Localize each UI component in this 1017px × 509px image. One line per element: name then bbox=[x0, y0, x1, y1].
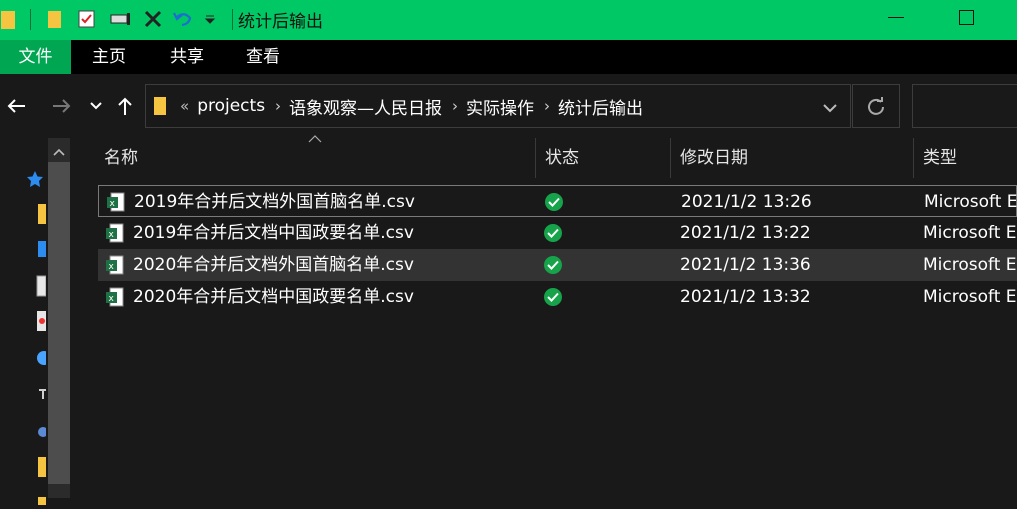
minimize-button[interactable] bbox=[870, 0, 922, 40]
folder-icon[interactable] bbox=[36, 456, 46, 482]
chevron-up-icon bbox=[53, 148, 65, 156]
breadcrumb-projects[interactable]: projects bbox=[197, 96, 265, 116]
minimize-icon bbox=[888, 17, 904, 18]
sync-status-icon bbox=[544, 288, 562, 306]
column-header-modified[interactable]: 修改日期 bbox=[680, 138, 910, 178]
breadcrumb-overflow[interactable]: « bbox=[180, 97, 189, 115]
excel-csv-icon: x bbox=[106, 287, 124, 307]
file-name: 2019年合并后文档外国首脑名单.csv bbox=[134, 192, 415, 212]
undo-icon[interactable] bbox=[172, 8, 194, 30]
scroll-up-button[interactable] bbox=[48, 143, 70, 161]
file-name: 2019年合并后文档中国政要名单.csv bbox=[133, 223, 414, 243]
rename-icon[interactable] bbox=[108, 8, 134, 30]
address-dropdown-button[interactable] bbox=[822, 99, 838, 118]
tab-home[interactable]: 主页 bbox=[78, 40, 140, 74]
file-row[interactable]: x 2019年合并后文档外国首脑名单.csv 2021/1/2 13:26 Mi… bbox=[98, 185, 1017, 217]
back-arrow-icon bbox=[7, 99, 25, 113]
desktop-icon[interactable] bbox=[36, 239, 46, 263]
this-pc-icon[interactable] bbox=[36, 383, 46, 407]
delete-icon[interactable] bbox=[142, 8, 164, 30]
file-type: Microsoft E bbox=[923, 255, 1017, 275]
navigation-bar: « projects › 语象观察—人民日报 › 实际操作 › 统计后输出 bbox=[0, 74, 1017, 138]
title-divider bbox=[232, 9, 233, 30]
file-row[interactable]: x 2019年合并后文档中国政要名单.csv 2021/1/2 13:22 Mi… bbox=[98, 217, 1017, 249]
file-name: 2020年合并后文档外国首脑名单.csv bbox=[133, 255, 414, 275]
svg-text:x: x bbox=[109, 294, 115, 304]
up-arrow-icon bbox=[118, 97, 132, 115]
file-row[interactable]: x 2020年合并后文档外国首脑名单.csv 2021/1/2 13:36 Mi… bbox=[98, 249, 1017, 281]
ribbon-tabs: 文件 主页 共享 查看 bbox=[0, 40, 1017, 74]
breadcrumb-yuxiang[interactable]: 语象观察—人民日报 bbox=[289, 94, 442, 119]
search-input[interactable] bbox=[912, 84, 1017, 128]
scrollbar-thumb[interactable] bbox=[48, 162, 70, 484]
customize-toolbar-icon[interactable] bbox=[202, 8, 218, 30]
refresh-button[interactable] bbox=[852, 84, 900, 128]
onedrive-icon[interactable] bbox=[36, 347, 51, 373]
maximize-icon bbox=[959, 10, 974, 25]
file-row[interactable]: x 2020年合并后文档中国政要名单.csv 2021/1/2 13:32 Mi… bbox=[98, 281, 1017, 313]
recent-locations-button[interactable] bbox=[86, 94, 106, 118]
document-icon[interactable] bbox=[36, 275, 47, 301]
pictures-icon[interactable] bbox=[36, 310, 46, 336]
column-divider[interactable] bbox=[535, 138, 536, 178]
folder-icon[interactable] bbox=[44, 8, 66, 30]
maximize-button[interactable] bbox=[940, 0, 992, 40]
file-type: Microsoft E bbox=[923, 287, 1017, 307]
file-modified: 2021/1/2 13:32 bbox=[680, 287, 811, 307]
properties-icon[interactable] bbox=[76, 8, 98, 30]
file-type: Microsoft E bbox=[924, 192, 1017, 212]
up-button[interactable] bbox=[114, 94, 136, 118]
breadcrumb-chevron-icon[interactable]: › bbox=[452, 97, 458, 115]
tab-view[interactable]: 查看 bbox=[232, 40, 294, 74]
file-modified: 2021/1/2 13:22 bbox=[680, 223, 811, 243]
file-modified: 2021/1/2 13:26 bbox=[681, 192, 812, 212]
refresh-icon bbox=[868, 97, 884, 115]
network-icon[interactable] bbox=[36, 422, 48, 446]
forward-arrow-icon bbox=[53, 99, 71, 113]
window-title: 统计后输出 bbox=[238, 12, 323, 32]
folder-icon bbox=[154, 97, 166, 115]
folder-icon bbox=[0, 8, 18, 30]
quick-access-star-icon[interactable] bbox=[26, 170, 44, 192]
breadcrumb-shiji[interactable]: 实际操作 bbox=[466, 94, 534, 119]
title-divider bbox=[30, 9, 31, 30]
breadcrumb-chevron-icon[interactable]: › bbox=[544, 97, 550, 115]
file-modified: 2021/1/2 13:36 bbox=[680, 255, 811, 275]
breadcrumb-chevron-icon[interactable]: › bbox=[275, 97, 281, 115]
column-divider[interactable] bbox=[913, 138, 914, 178]
sync-status-icon bbox=[544, 256, 562, 274]
svg-text:x: x bbox=[110, 199, 116, 209]
excel-csv-icon: x bbox=[106, 223, 124, 243]
excel-csv-icon: x bbox=[106, 255, 124, 275]
file-name: 2020年合并后文档中国政要名单.csv bbox=[133, 287, 414, 307]
svg-text:x: x bbox=[109, 230, 115, 240]
column-header-type[interactable]: 类型 bbox=[923, 138, 1017, 178]
column-divider[interactable] bbox=[670, 138, 671, 178]
breadcrumb-current[interactable]: 统计后输出 bbox=[558, 94, 643, 119]
excel-csv-icon: x bbox=[107, 192, 125, 212]
title-bar: 统计后输出 bbox=[0, 0, 1017, 40]
column-header-name[interactable]: 名称 bbox=[104, 138, 534, 178]
chevron-down-icon bbox=[90, 102, 102, 110]
svg-text:x: x bbox=[109, 262, 115, 272]
chevron-down-icon bbox=[823, 104, 837, 113]
back-button[interactable] bbox=[4, 94, 28, 118]
folder-icon[interactable] bbox=[36, 204, 46, 228]
tab-file[interactable]: 文件 bbox=[0, 40, 71, 74]
sync-status-icon bbox=[545, 193, 563, 211]
tab-share[interactable]: 共享 bbox=[156, 40, 218, 74]
sync-status-icon bbox=[544, 224, 562, 242]
column-header-status[interactable]: 状态 bbox=[545, 138, 665, 178]
column-header-row: 名称 状态 修改日期 类型 bbox=[75, 138, 1017, 178]
file-type: Microsoft E bbox=[923, 223, 1017, 243]
forward-button[interactable] bbox=[50, 94, 74, 118]
address-bar[interactable]: « projects › 语象观察—人民日报 › 实际操作 › 统计后输出 bbox=[145, 84, 851, 128]
folder-icon[interactable] bbox=[36, 490, 46, 509]
